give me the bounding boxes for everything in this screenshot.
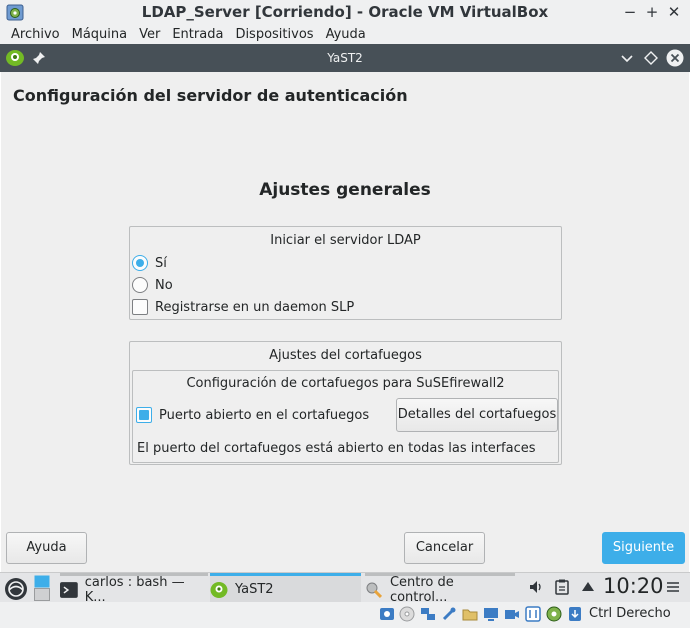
task-bash[interactable]: carlos : bash — K... (60, 573, 208, 605)
application-launcher-icon[interactable] (4, 577, 28, 601)
close-button[interactable]: ✕ (664, 2, 684, 22)
host-key-label: Ctrl Derecho (589, 606, 671, 621)
window-title: LDAP_Server [Corriendo] - Oracle VM Virt… (141, 3, 549, 21)
minimize-button[interactable]: − (620, 2, 640, 22)
slp-checkbox-label[interactable]: Registrarse en un daemon SLP (155, 300, 354, 315)
slp-checkbox-option[interactable]: Registrarse en un daemon SLP (132, 299, 354, 315)
help-button[interactable]: Ayuda (6, 532, 87, 564)
tray-expand-arrow-icon[interactable] (582, 581, 594, 591)
radio-si-label[interactable]: Sí (155, 256, 167, 271)
task-bash-label[interactable]: carlos : bash — K... (85, 575, 208, 605)
yast-icon (210, 581, 228, 598)
radio-no-label[interactable]: No (155, 278, 173, 293)
firewall-inner-frame: Configuración de cortafuegos para SuSEfi… (132, 370, 559, 463)
hard-disk-icon[interactable] (379, 606, 395, 622)
panel-menu-icon[interactable] (666, 580, 680, 594)
clock[interactable]: 10:20 (603, 574, 664, 598)
terminal-icon (60, 581, 78, 598)
task-control-center-label[interactable]: Centro de control... (390, 575, 515, 605)
page-title: Configuración del servidor de autenticac… (13, 86, 408, 105)
yast-window-title: YaST2 (327, 51, 363, 65)
close-circle-icon[interactable] (666, 49, 684, 67)
video-capture-icon[interactable] (504, 606, 520, 622)
guest-additions-icon[interactable] (546, 606, 562, 622)
network-icon[interactable] (420, 606, 436, 622)
menu-ver[interactable]: Ver (133, 25, 166, 44)
vbox-titlebar: LDAP_Server [Corriendo] - Oracle VM Virt… (0, 0, 690, 25)
firewall-frame: Ajustes del cortafuegos Configuración de… (129, 341, 562, 465)
clipboard-icon[interactable] (555, 579, 569, 595)
menu-maquina[interactable]: Máquina (66, 25, 134, 44)
slp-checkbox[interactable] (132, 299, 148, 315)
section-heading: Ajustes generales (259, 180, 431, 200)
yast-titlebar: YaST2 (0, 44, 690, 72)
next-button[interactable]: Siguiente (602, 532, 685, 564)
radio-option-no[interactable]: No (132, 277, 173, 293)
open-port-checkbox[interactable] (136, 407, 152, 423)
vbox-statusbar: Ctrl Derecho (0, 602, 690, 628)
yast-content: Configuración del servidor de autenticac… (1, 72, 689, 572)
virtual-desktop-pager-icon[interactable] (34, 575, 50, 601)
ldap-frame-title: Iniciar el servidor LDAP (270, 233, 421, 248)
firewall-details-button[interactable]: Detalles del cortafuegos (396, 398, 558, 432)
firewall-frame-title: Ajustes del cortafuegos (269, 348, 422, 363)
vbox-menubar: Archivo Máquina Ver Entrada Dispositivos… (0, 25, 690, 44)
display-icon[interactable] (483, 606, 499, 622)
cancel-button[interactable]: Cancelar (404, 532, 485, 564)
radio-option-si[interactable]: Sí (132, 255, 167, 271)
task-yast[interactable]: YaST2 (210, 573, 361, 603)
firewall-info-text: El puerto del cortafuegos está abierto e… (137, 441, 536, 456)
task-control-center[interactable]: Centro de control... (365, 573, 515, 605)
optical-drive-icon[interactable] (399, 606, 415, 622)
shared-folders-icon[interactable] (462, 606, 478, 622)
radio-no[interactable] (132, 277, 148, 293)
control-center-icon (366, 582, 383, 598)
menu-entrada[interactable]: Entrada (166, 25, 229, 44)
vt-x-icon[interactable] (525, 606, 541, 622)
menu-ayuda[interactable]: Ayuda (320, 25, 372, 44)
task-yast-label[interactable]: YaST2 (235, 582, 274, 597)
usb-icon[interactable] (441, 606, 457, 622)
open-port-checkbox-label[interactable]: Puerto abierto en el cortafuegos (159, 408, 369, 423)
chevron-down-icon[interactable] (619, 50, 635, 66)
maximize-diamond-icon[interactable] (643, 50, 659, 66)
volume-icon[interactable] (528, 579, 544, 595)
radio-si[interactable] (132, 255, 148, 271)
menu-dispositivos[interactable]: Dispositivos (229, 25, 319, 44)
menu-archivo[interactable]: Archivo (5, 25, 66, 44)
maximize-button[interactable]: + (642, 2, 662, 22)
firewall-inner-title: Configuración de cortafuegos para SuSEfi… (186, 376, 505, 391)
ldap-start-frame: Iniciar el servidor LDAP Sí No Registrar… (129, 226, 562, 320)
mouse-integration-icon[interactable] (567, 606, 583, 622)
guest-display: YaST2 Configuración del servidor de aute… (0, 44, 690, 628)
open-port-checkbox-option[interactable]: Puerto abierto en el cortafuegos (136, 407, 369, 423)
